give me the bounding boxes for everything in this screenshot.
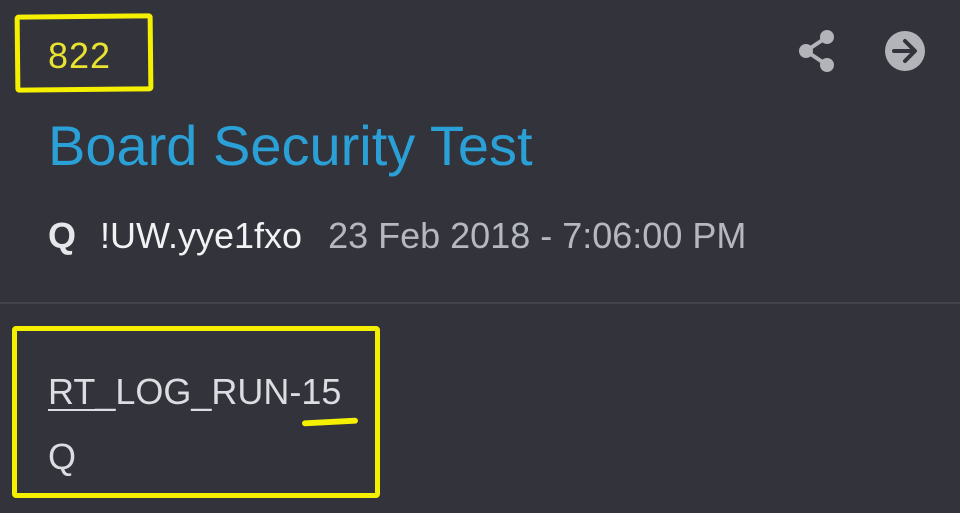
- body-highlight-box: [12, 326, 380, 498]
- divider: [0, 302, 960, 304]
- post-actions: [796, 28, 926, 74]
- open-post-button[interactable]: [884, 28, 926, 74]
- author-tripcode: !UW.yye1fxo: [100, 215, 303, 256]
- post-title[interactable]: Board Security Test: [48, 112, 533, 180]
- number-highlight-box: [14, 13, 154, 93]
- post-card: 822 Board Security Test Q !UW.yye1fxo 23…: [0, 0, 960, 513]
- post-meta: Q !UW.yye1fxo 23 Feb 2018 - 7:06:00 PM: [48, 210, 746, 262]
- share-button[interactable]: [796, 28, 838, 74]
- share-icon: [799, 30, 834, 72]
- post-timestamp: 23 Feb 2018 - 7:06:00 PM: [328, 215, 747, 256]
- author-name: Q: [48, 215, 77, 256]
- arrow-right-circle-icon: [885, 31, 925, 71]
